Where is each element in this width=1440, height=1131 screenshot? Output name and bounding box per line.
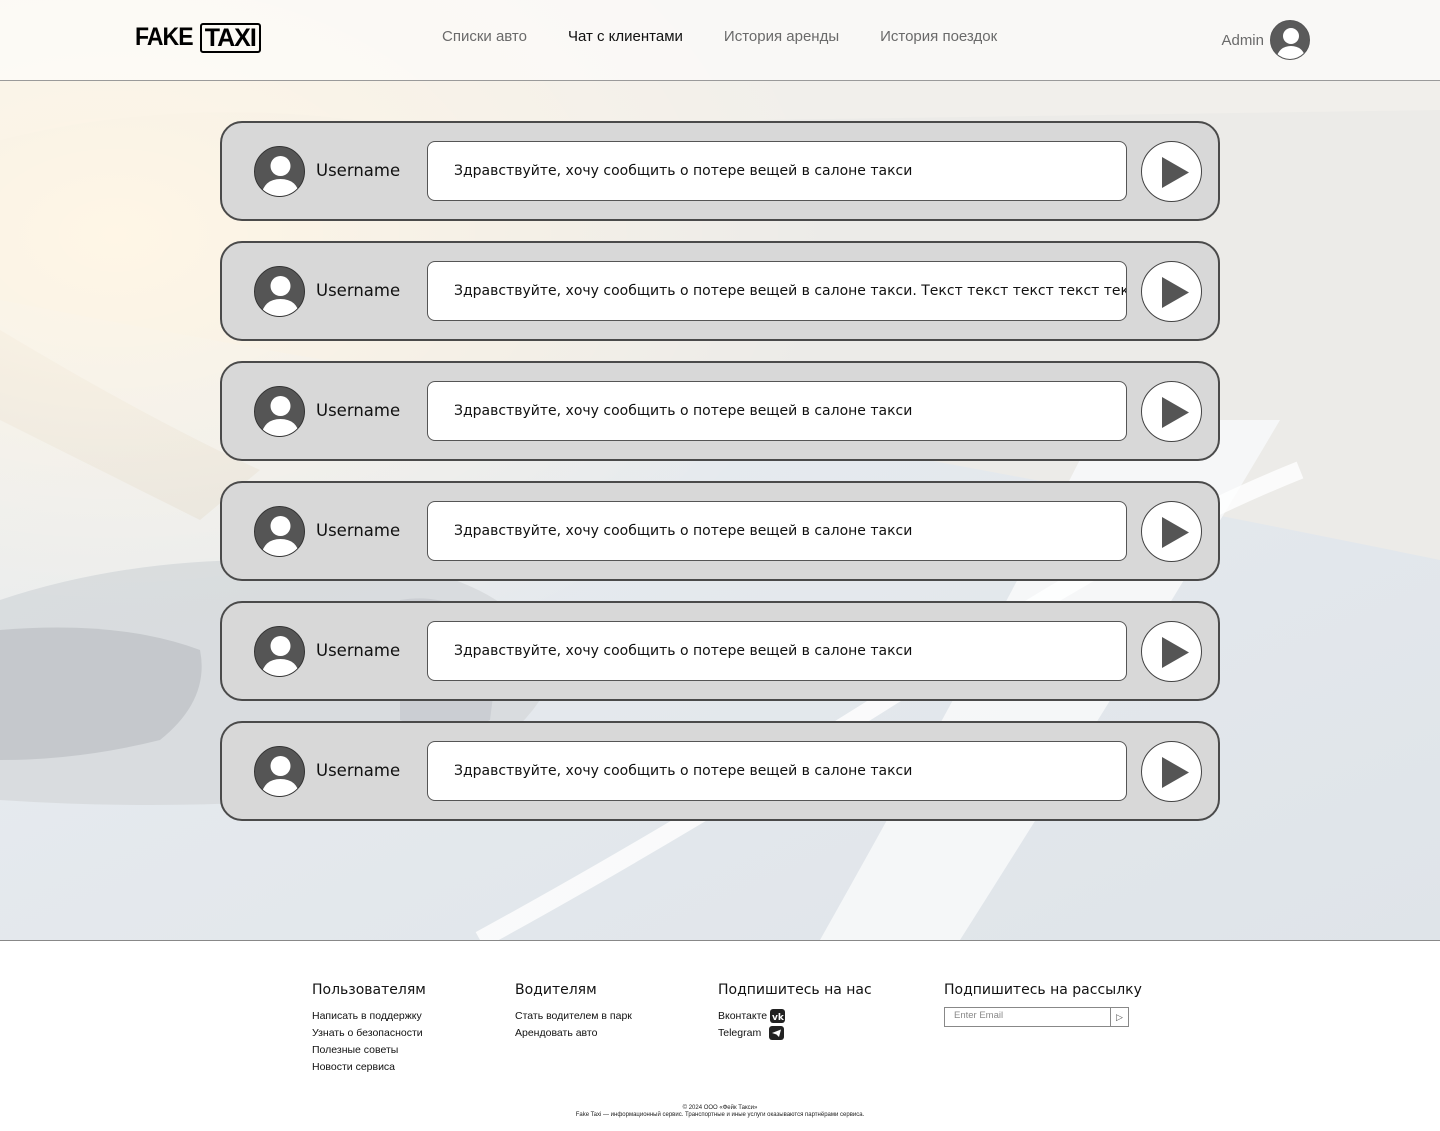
chat-row[interactable]: Username Здравствуйте, хочу сообщить о п… xyxy=(220,601,1220,701)
telegram-label: Telegram xyxy=(718,1026,762,1039)
chat-message[interactable]: Здравствуйте, хочу сообщить о потере вещ… xyxy=(427,381,1127,441)
chat-message[interactable]: Здравствуйте, хочу сообщить о потере вещ… xyxy=(427,501,1127,561)
footer-drivers-title: Водителям xyxy=(515,982,597,998)
chat-message[interactable]: Здравствуйте, хочу сообщить о потере вещ… xyxy=(427,741,1127,801)
logo[interactable]: FAKE TAXI xyxy=(135,22,261,53)
open-chat-button[interactable] xyxy=(1141,261,1202,322)
open-chat-button[interactable] xyxy=(1141,501,1202,562)
open-chat-button[interactable] xyxy=(1141,741,1202,802)
nav-rental-history[interactable]: История аренды xyxy=(724,28,839,45)
footer-social-title: Подпишитесь на нас xyxy=(718,982,872,998)
play-icon xyxy=(1162,277,1189,308)
logo-text-taxi: TAXI xyxy=(199,22,261,53)
chat-message[interactable]: Здравствуйте, хочу сообщить о потере вещ… xyxy=(427,621,1127,681)
main-nav: Списки авто Чат с клиентами История арен… xyxy=(442,28,1038,45)
chat-username: Username xyxy=(316,161,401,180)
user-menu[interactable]: Admin xyxy=(1221,20,1310,60)
footer-drivers-column: Водителям Стать водителем в парк Арендов… xyxy=(515,982,632,1041)
user-avatar-icon xyxy=(254,746,305,797)
user-avatar-icon xyxy=(254,626,305,677)
chat-list: Username Здравствуйте, хочу сообщить о п… xyxy=(220,121,1220,841)
email-input[interactable]: Enter Email xyxy=(944,1007,1111,1027)
chat-username: Username xyxy=(316,401,401,420)
user-avatar-icon xyxy=(254,386,305,437)
vk-label: Вконтакте xyxy=(718,1009,768,1022)
chat-message[interactable]: Здравствуйте, хочу сообщить о потере вещ… xyxy=(427,261,1127,321)
play-icon xyxy=(1162,157,1189,188)
user-avatar-icon[interactable] xyxy=(1270,20,1310,60)
footer-link-news[interactable]: Новости сервиса xyxy=(312,1058,426,1075)
logo-text-fake: FAKE xyxy=(135,23,194,51)
play-icon xyxy=(1162,517,1189,548)
play-icon xyxy=(1162,637,1189,668)
chat-row[interactable]: Username Здравствуйте, хочу сообщить о п… xyxy=(220,121,1220,221)
footer-link-vk[interactable]: Вконтакте vk xyxy=(718,1007,872,1024)
newsletter-form: Enter Email ▷ xyxy=(944,1007,1142,1027)
user-name: Admin xyxy=(1221,32,1264,49)
footer-link-become-driver[interactable]: Стать водителем в парк xyxy=(515,1007,632,1024)
svg-text:vk: vk xyxy=(772,1013,785,1023)
header: FAKE TAXI Списки авто Чат с клиентами Ис… xyxy=(0,0,1440,81)
user-avatar-icon xyxy=(254,146,305,197)
copyright-text: © 2024 ООО «Фейк Такси» xyxy=(682,1105,758,1111)
nav-trip-history[interactable]: История поездок xyxy=(880,28,997,45)
footer-social-column: Подпишитесь на нас Вконтакте vk Telegram xyxy=(718,982,872,1041)
footer-link-tips[interactable]: Полезные советы xyxy=(312,1041,426,1058)
chat-row[interactable]: Username Здравствуйте, хочу сообщить о п… xyxy=(220,721,1220,821)
nav-client-chat[interactable]: Чат с клиентами xyxy=(568,28,683,45)
chat-row[interactable]: Username Здравствуйте, хочу сообщить о п… xyxy=(220,361,1220,461)
play-icon xyxy=(1162,397,1189,428)
footer-newsletter-column: Подпишитесь на рассылку Enter Email ▷ xyxy=(944,982,1142,1027)
footer: Пользователям Написать в поддержку Узнат… xyxy=(0,940,1440,1131)
footer-link-support[interactable]: Написать в поддержку xyxy=(312,1007,426,1024)
footer-copyright: © 2024 ООО «Фейк Такси» Fake Taxi — инфо… xyxy=(0,1105,1440,1119)
chat-row[interactable]: Username Здравствуйте, хочу сообщить о п… xyxy=(220,241,1220,341)
play-icon xyxy=(1162,757,1189,788)
vk-icon: vk xyxy=(770,1008,786,1023)
open-chat-button[interactable] xyxy=(1141,141,1202,202)
footer-users-column: Пользователям Написать в поддержку Узнат… xyxy=(312,982,426,1075)
chat-username: Username xyxy=(316,761,401,780)
subscribe-button[interactable]: ▷ xyxy=(1111,1007,1129,1027)
telegram-icon xyxy=(769,1025,785,1040)
nav-cars-list[interactable]: Списки авто xyxy=(442,28,527,45)
open-chat-button[interactable] xyxy=(1141,381,1202,442)
chat-message[interactable]: Здравствуйте, хочу сообщить о потере вещ… xyxy=(427,141,1127,201)
footer-link-rent-car[interactable]: Арендовать авто xyxy=(515,1024,632,1041)
footer-link-safety[interactable]: Узнать о безопасности xyxy=(312,1024,426,1041)
user-avatar-icon xyxy=(254,266,305,317)
chat-username: Username xyxy=(316,281,401,300)
user-avatar-icon xyxy=(254,506,305,557)
chat-row[interactable]: Username Здравствуйте, хочу сообщить о п… xyxy=(220,481,1220,581)
footer-users-title: Пользователям xyxy=(312,982,426,998)
disclaimer-text: Fake Taxi — информационный сервис. Транс… xyxy=(575,1112,865,1118)
chat-username: Username xyxy=(316,641,401,660)
open-chat-button[interactable] xyxy=(1141,621,1202,682)
footer-link-telegram[interactable]: Telegram xyxy=(718,1024,872,1041)
chat-username: Username xyxy=(316,521,401,540)
footer-newsletter-title: Подпишитесь на рассылку xyxy=(944,982,1142,998)
